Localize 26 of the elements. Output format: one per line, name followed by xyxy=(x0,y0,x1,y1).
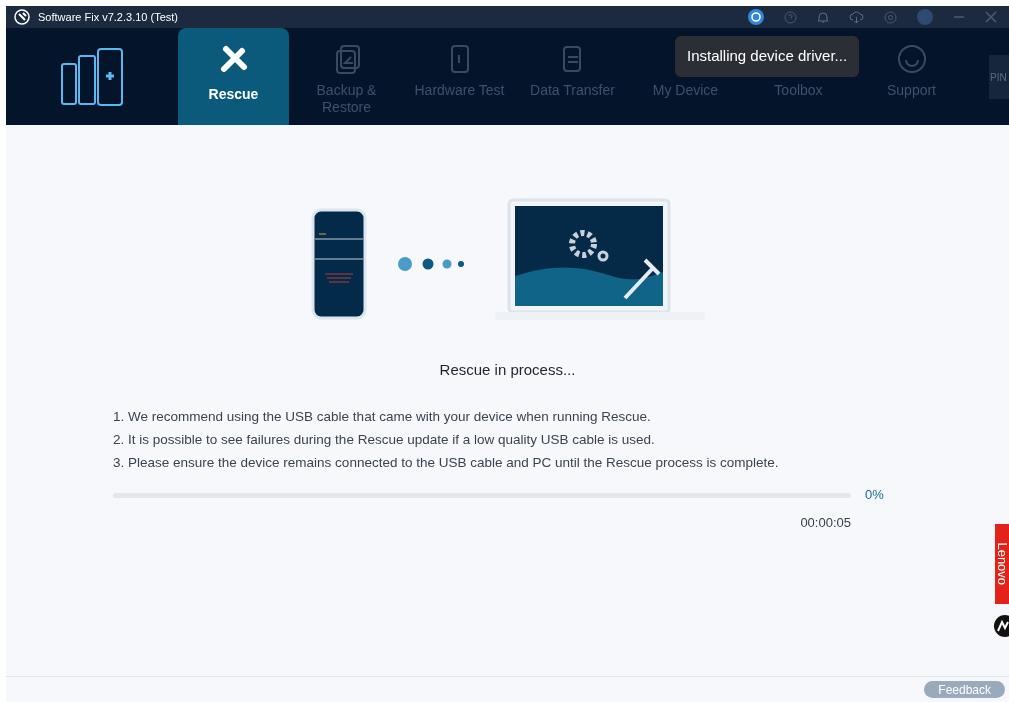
nav-tab[interactable]: Rescue xyxy=(178,28,289,125)
window-title: Software Fix v7.2.3.10 (Test) xyxy=(38,9,178,25)
pin-button[interactable]: PIN xyxy=(989,55,1009,99)
elapsed-time: 00:00:05 xyxy=(800,513,851,532)
cloud-download-icon[interactable] xyxy=(849,10,864,24)
nav-tab[interactable]: Hardware Test xyxy=(404,28,515,125)
avatar-icon[interactable] xyxy=(917,9,933,25)
connection-dots-icon xyxy=(396,256,465,272)
settings-icon[interactable] xyxy=(884,10,897,24)
phones-logo-icon xyxy=(60,47,123,106)
brand-logo-icon[interactable] xyxy=(993,614,1009,638)
note-text: 2. It is possible to see failures during the Rescue update if a low quality USB cable is used. xyxy=(113,430,656,449)
help-icon[interactable] xyxy=(784,10,797,24)
status-text: Rescue in process... xyxy=(439,360,576,380)
progress-percent: 0% xyxy=(865,486,885,505)
note-text: 3. Please ensure the device remains connected to the USB cable and PC until the Rescue process is complete. xyxy=(113,454,780,472)
brand-side-tab[interactable]: Lenovo xyxy=(995,524,1009,604)
sync-icon[interactable] xyxy=(748,9,764,25)
bell-icon[interactable] xyxy=(817,10,829,24)
nav-tab[interactable]: Data Transfer xyxy=(517,28,628,125)
feedback-button[interactable]: Feedback xyxy=(924,681,1005,698)
tooltip: Installing device driver... xyxy=(675,36,860,77)
chat-bubble-icon xyxy=(895,43,928,75)
close-icon[interactable] xyxy=(985,11,997,23)
nav-tab[interactable]: Backup & Restore xyxy=(291,28,402,125)
note-text: 1. We recommend using the USB cable that came with your device when running Rescue. xyxy=(113,407,652,426)
